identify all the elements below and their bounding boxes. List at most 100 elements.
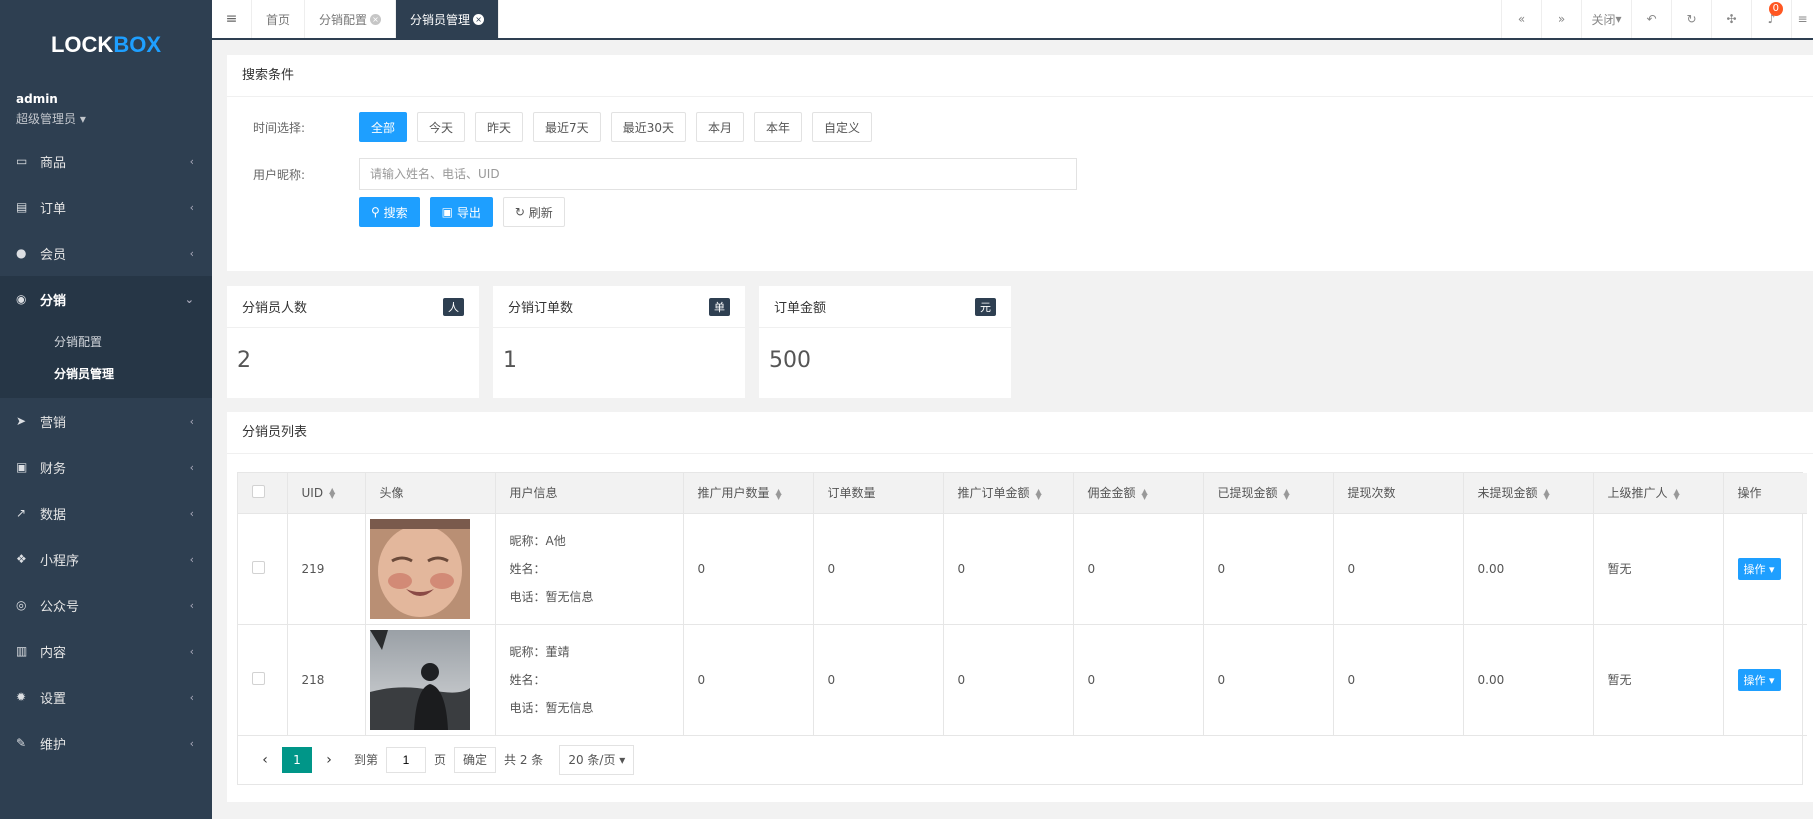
time-option-yesterday[interactable]: 昨天 <box>475 112 524 142</box>
back-button[interactable]: ↶ <box>1631 0 1671 38</box>
tab-distributor-manage[interactable]: 分销员管理 × <box>396 0 500 38</box>
row-action-button[interactable]: 操作 ▾ <box>1737 668 1781 691</box>
more-button[interactable]: ≡ <box>1791 0 1813 38</box>
chevron-left-icon: ‹ <box>189 644 194 658</box>
time-option-7days[interactable]: 最近7天 <box>533 112 601 142</box>
time-option-year[interactable]: 本年 <box>753 112 802 142</box>
distribution-submenu: 分销配置 分销员管理 <box>0 322 212 398</box>
refresh-button[interactable]: ↻ 刷新 <box>502 197 565 227</box>
sort-icon[interactable]: ▲ ▼ <box>1284 487 1290 500</box>
sidebar-item-marketing[interactable]: ➤ 营销 ‹ <box>0 398 212 444</box>
stat-badge: 单 <box>709 297 730 316</box>
caret-down-icon: ▾ <box>1769 673 1775 687</box>
logo[interactable]: LOCK BOX <box>0 0 212 90</box>
sort-icon[interactable]: ▲ ▼ <box>1036 487 1042 500</box>
arrows-icon: ✣ <box>1726 12 1737 26</box>
caret-down-icon: ▾ <box>79 112 86 126</box>
sidebar-item-data[interactable]: ↗ 数据 ‹ <box>0 490 212 536</box>
chevron-left-icon: ‹ <box>189 154 194 168</box>
page-label: 页 <box>434 753 447 767</box>
page-number-input[interactable] <box>386 746 427 773</box>
column-label: 推广用户数量 <box>697 486 770 501</box>
cell-uid: 218 <box>287 624 366 736</box>
table-row: 219 昵称：A他 姓名： 电话：暂无信息 0 0 0 0 0 0 0.00 暂… <box>238 513 1807 625</box>
sidebar-item-label: 小程序 <box>40 553 80 569</box>
notification-button[interactable]: ♪ 0 <box>1751 0 1791 38</box>
export-button[interactable]: ▣ 导出 <box>429 197 493 227</box>
next-page-button[interactable]: › <box>312 752 346 768</box>
time-option-today[interactable]: 今天 <box>417 112 466 142</box>
chevron-left-icon: ‹ <box>189 200 194 214</box>
search-button-label: 搜索 <box>383 205 408 220</box>
users-icon: ◉ <box>16 292 27 306</box>
export-button-label: 导出 <box>456 205 481 220</box>
select-all-checkbox[interactable] <box>252 484 265 498</box>
sidebar-item-goods[interactable]: ▭ 商品 ‹ <box>0 138 212 184</box>
sidebar-item-content[interactable]: ▥ 内容 ‹ <box>0 628 212 674</box>
tab-distribution-config[interactable]: 分销配置 × <box>305 0 397 38</box>
user-role-dropdown[interactable]: 超级管理员 ▾ <box>16 110 196 127</box>
row-action-button[interactable]: 操作 ▾ <box>1737 557 1781 580</box>
goto-confirm-button[interactable]: 确定 <box>454 746 497 773</box>
user-name: 姓名： <box>509 561 546 576</box>
row-checkbox[interactable] <box>252 560 265 574</box>
column-header[interactable]: 推广用户数量 ▲ ▼ <box>683 473 814 514</box>
sort-icon[interactable]: ▲ ▼ <box>1674 487 1680 500</box>
fullscreen-button[interactable]: ✣ <box>1711 0 1751 38</box>
page-current[interactable]: 1 <box>282 746 312 773</box>
avatar[interactable] <box>369 518 470 619</box>
sidebar-item-members[interactable]: ● 会员 ‹ <box>0 230 212 276</box>
sidebar-subitem-config[interactable]: 分销配置 <box>0 326 212 358</box>
close-icon[interactable]: × <box>370 13 382 25</box>
sort-icon[interactable]: ▲ ▼ <box>1544 487 1550 500</box>
sidebar-item-official-account[interactable]: ◎ 公众号 ‹ <box>0 582 212 628</box>
column-header[interactable]: 未提现金额 ▲ ▼ <box>1463 473 1594 514</box>
search-input[interactable] <box>359 158 1077 190</box>
column-label: UID <box>301 485 324 500</box>
column-header[interactable]: UID ▲ ▼ <box>287 473 366 514</box>
close-tabs-label: 关闭 <box>1591 12 1616 27</box>
sidebar-item-miniapp[interactable]: ❖ 小程序 ‹ <box>0 536 212 582</box>
main-content: 搜索条件 时间选择: 全部 今天 昨天 最近7天 最近30天 本月 本年 自定义 用户昵称: … <box>212 40 1813 819</box>
prev-page-button[interactable]: ‹ <box>248 752 282 768</box>
chevron-left-icon: ‹ <box>189 506 194 520</box>
close-tabs-dropdown[interactable]: 关闭 ▾ <box>1581 0 1631 38</box>
sort-icon[interactable]: ▲ ▼ <box>329 487 335 500</box>
column-label: 用户信息 <box>509 486 558 501</box>
search-button[interactable]: ⚲ 搜索 <box>359 197 420 227</box>
sidebar-item-settings[interactable]: ✹ 设置 ‹ <box>0 674 212 720</box>
tab-label: 分销员管理 <box>410 12 471 27</box>
distributor-list-panel: 分销员列表 UID ▲ ▼ 头像 用户信息 推广用户数量 ▲ ▼ 订单数量 推广订单金额… <box>227 412 1813 802</box>
sidebar-item-label: 公众号 <box>40 599 80 615</box>
sidebar-item-maintenance[interactable]: ✎ 维护 ‹ <box>0 720 212 766</box>
sidebar-item-label: 会员 <box>40 247 67 263</box>
column-header[interactable]: 上级推广人 ▲ ▼ <box>1593 473 1724 514</box>
page-size-select[interactable]: 20 条/页 ▾ <box>559 744 635 775</box>
column-header[interactable]: 佣金金额 ▲ ▼ <box>1073 473 1204 514</box>
time-option-custom[interactable]: 自定义 <box>812 112 873 142</box>
sidebar-item-finance[interactable]: ▣ 财务 ‹ <box>0 444 212 490</box>
sort-icon[interactable]: ▲ ▼ <box>776 487 782 500</box>
sort-icon[interactable]: ▲ ▼ <box>1142 487 1148 500</box>
sidebar-item-distribution[interactable]: ◉ 分销 ⌄ <box>0 276 212 322</box>
time-option-30days[interactable]: 最近30天 <box>610 112 686 142</box>
refresh-page-button[interactable]: ↻ <box>1671 0 1711 38</box>
sidebar-item-label: 财务 <box>40 461 67 477</box>
scroll-right-button[interactable]: » <box>1541 0 1581 38</box>
user-block: admin 超级管理员 ▾ <box>0 90 212 138</box>
column-header: 提现次数 <box>1333 473 1464 514</box>
close-icon[interactable]: × <box>473 13 485 25</box>
sidebar-item-orders[interactable]: ▤ 订单 ‹ <box>0 184 212 230</box>
scroll-left-button[interactable]: « <box>1501 0 1541 38</box>
cell-withdraw-count: 0 <box>1333 624 1464 736</box>
time-option-month[interactable]: 本月 <box>695 112 744 142</box>
save-icon: ▣ <box>441 205 453 219</box>
time-option-all[interactable]: 全部 <box>359 112 408 142</box>
sidebar-subitem-manage[interactable]: 分销员管理 <box>0 358 212 390</box>
menu-toggle-button[interactable]: ≡ <box>212 0 252 38</box>
tab-home[interactable]: 首页 <box>252 0 306 38</box>
column-header[interactable]: 推广订单金额 ▲ ▼ <box>943 473 1074 514</box>
column-header[interactable]: 已提现金额 ▲ ▼ <box>1203 473 1334 514</box>
row-checkbox[interactable] <box>252 671 265 685</box>
avatar[interactable] <box>369 629 470 730</box>
